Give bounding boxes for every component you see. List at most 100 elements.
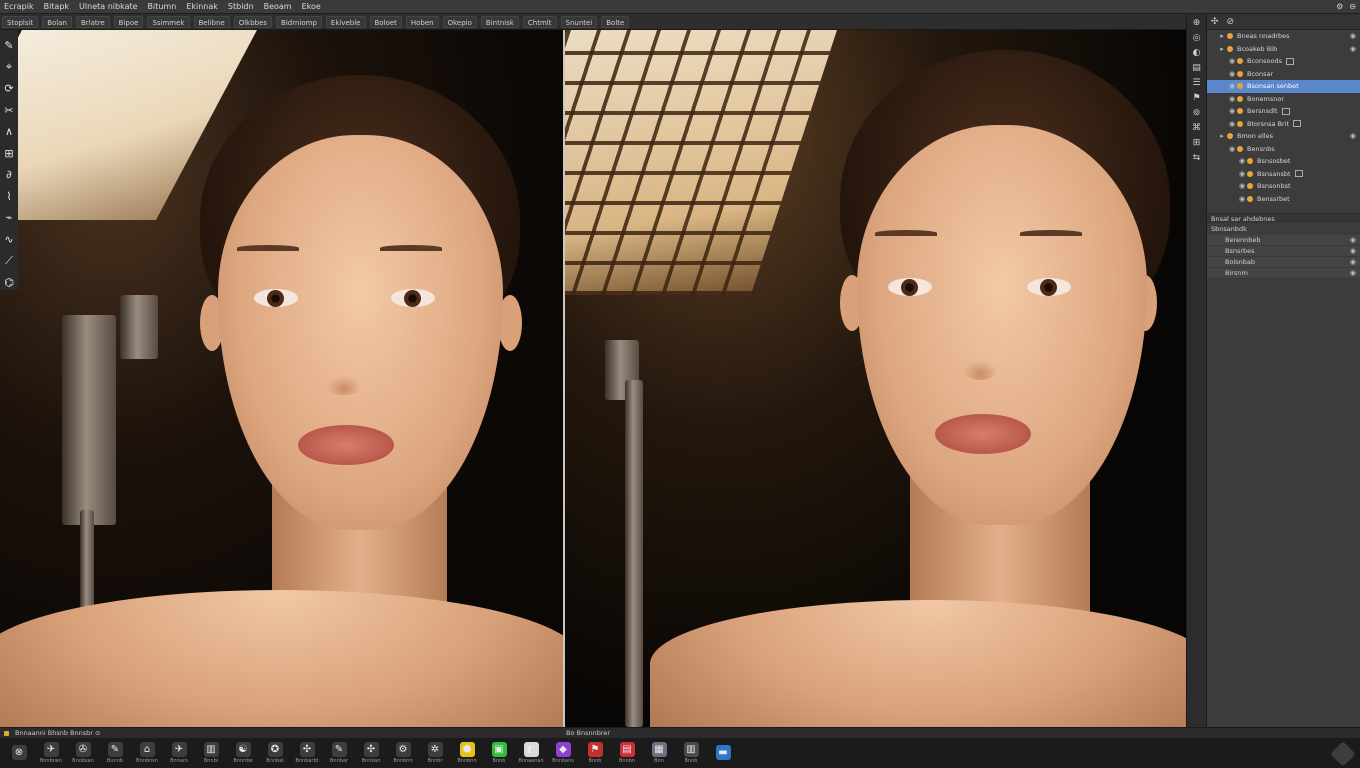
option-button[interactable]: Okepio xyxy=(442,15,477,28)
option-button[interactable]: Bintnisk xyxy=(480,15,519,28)
taskbar-app[interactable]: ✣ Bnnbarbt xyxy=(294,739,320,767)
layer-row[interactable]: ◉ Bsnsonbst xyxy=(1207,180,1360,193)
panel-toggle-icon[interactable]: ⊚ xyxy=(1193,108,1201,118)
layer-row[interactable]: ▸ Bneas nnadrbes ◉ xyxy=(1207,30,1360,43)
taskbar-app[interactable]: ⚑ Bnnb xyxy=(582,739,608,767)
visibility-icon[interactable]: ◉ xyxy=(1227,95,1237,103)
panel-toggle-icon[interactable]: ⌘ xyxy=(1192,123,1201,133)
option-button[interactable]: Boloet xyxy=(369,15,402,28)
tool-icon[interactable]: ⌖ xyxy=(2,60,16,76)
option-button[interactable]: Bolan xyxy=(42,15,72,28)
adjustments-header[interactable]: Bnsal sar ahdebnes xyxy=(1207,213,1360,223)
property-row[interactable]: Berennbeb ◉ xyxy=(1207,235,1360,246)
canvas-area[interactable] xyxy=(0,30,1186,727)
property-row[interactable]: Birsnm ◉ xyxy=(1207,268,1360,279)
taskbar-app[interactable]: ✇ Bnobsan xyxy=(70,739,96,767)
visibility-icon[interactable]: ▸ xyxy=(1217,32,1227,40)
layer-row[interactable]: ▸ Bmon elles ◉ xyxy=(1207,130,1360,143)
option-button[interactable]: Olkbbes xyxy=(233,15,273,28)
visibility-icon[interactable]: ▸ xyxy=(1217,132,1227,140)
eye-icon[interactable]: ◉ xyxy=(1350,247,1356,255)
tool-icon[interactable]: ∿ xyxy=(2,232,16,248)
tool-icon[interactable]: ∂ xyxy=(2,167,16,183)
layer-row[interactable]: ◉ Btorsnsa Brit xyxy=(1207,118,1360,131)
layer-row[interactable]: ◉ Bersnsdlt xyxy=(1207,105,1360,118)
visibility-icon[interactable]: ◉ xyxy=(1237,157,1247,165)
eye-icon[interactable]: ◉ xyxy=(1350,45,1356,53)
visibility-icon[interactable]: ◉ xyxy=(1237,195,1247,203)
visibility-icon[interactable]: ◉ xyxy=(1227,120,1237,128)
eye-icon[interactable]: ◉ xyxy=(1350,269,1356,277)
properties-header[interactable]: Sbnsanbdk xyxy=(1207,223,1360,235)
option-button[interactable]: Hoben xyxy=(405,15,439,28)
eye-icon[interactable]: ◉ xyxy=(1350,132,1356,140)
option-button[interactable]: Chtmlt xyxy=(522,15,557,28)
visibility-icon[interactable]: ◉ xyxy=(1237,170,1247,178)
menu-item[interactable]: Bitumn xyxy=(148,2,177,11)
visibility-icon[interactable]: ◉ xyxy=(1237,182,1247,190)
eye-icon[interactable]: ◉ xyxy=(1350,258,1356,266)
tool-icon[interactable]: ⟳ xyxy=(2,81,16,97)
menu-item[interactable]: Ekoe xyxy=(302,2,321,11)
eye-icon[interactable]: ◉ xyxy=(1350,236,1356,244)
tool-icon[interactable]: ✂ xyxy=(2,103,16,119)
taskbar-app[interactable]: ▥ Bnnb xyxy=(678,739,704,767)
visibility-icon[interactable]: ◉ xyxy=(1227,145,1237,153)
tool-icon[interactable]: ∧ xyxy=(2,124,16,140)
taskbar-app[interactable]: ☯ Bnnnbe xyxy=(230,739,256,767)
tool-icon[interactable]: ⌬ xyxy=(2,275,16,291)
panel-toggle-icon[interactable]: ▤ xyxy=(1192,63,1201,73)
layer-row[interactable]: ▸ Bcoakeb Bib ◉ xyxy=(1207,43,1360,56)
taskbar-app[interactable]: ⊗ xyxy=(6,739,32,767)
taskbar-app[interactable]: ⌂ Bnnbnsn xyxy=(134,739,160,767)
option-button[interactable]: Belibne xyxy=(193,15,230,28)
tool-icon[interactable]: ✎ xyxy=(2,38,16,54)
taskbar-app[interactable]: ◆ Bnnbans xyxy=(550,739,576,767)
panel-tab-icon[interactable]: ⊘ xyxy=(1227,17,1235,27)
layer-row[interactable]: ◉ Bsnsosbet xyxy=(1207,155,1360,168)
panel-toggle-icon[interactable]: ⊞ xyxy=(1193,138,1201,148)
panel-tab-icon[interactable]: ✣ xyxy=(1211,17,1219,27)
taskbar-app[interactable]: ✲ Bnnbr xyxy=(422,739,448,767)
option-button[interactable]: Bipoe xyxy=(113,15,144,28)
taskbar-app[interactable]: ✣ Bnnkan xyxy=(358,739,384,767)
taskbar-app[interactable]: ◧ Bnnaanan xyxy=(518,739,544,767)
tool-icon[interactable]: ⊞ xyxy=(2,146,16,162)
menu-item[interactable]: Bitapk xyxy=(44,2,69,11)
panel-toggle-icon[interactable]: ⊕ xyxy=(1193,18,1201,28)
menu-item[interactable]: Ulneta nibkate xyxy=(79,2,137,11)
layer-row[interactable]: ◉ Bonemsnor xyxy=(1207,93,1360,106)
visibility-icon[interactable]: ▸ xyxy=(1217,45,1227,53)
eye-icon[interactable]: ◉ xyxy=(1350,32,1356,40)
panel-toggle-icon[interactable]: ⚑ xyxy=(1192,93,1200,103)
panel-toggle-icon[interactable]: ⇆ xyxy=(1193,153,1201,163)
tool-icon[interactable]: ⌇ xyxy=(2,189,16,205)
menu-item[interactable]: Beoam xyxy=(264,2,292,11)
tool-icon[interactable]: ⌁ xyxy=(2,210,16,226)
option-button[interactable]: Bolte xyxy=(601,15,630,28)
option-button[interactable]: Ekiveble xyxy=(325,15,366,28)
panel-toggle-icon[interactable]: ◐ xyxy=(1193,48,1201,58)
taskbar-app[interactable]: ▤ Bnnbn xyxy=(614,739,640,767)
menu-item[interactable]: Ekinnak xyxy=(186,2,218,11)
layer-row[interactable]: ◉ Bconsar xyxy=(1207,68,1360,81)
property-row[interactable]: Bsnsrbes ◉ xyxy=(1207,246,1360,257)
panel-toggle-icon[interactable]: ◎ xyxy=(1193,33,1201,43)
taskbar-app[interactable]: ▣ Bnnb xyxy=(486,739,512,767)
option-button[interactable]: Ssimmek xyxy=(147,15,190,28)
taskbar-app[interactable]: ▦ Bnn xyxy=(646,739,672,767)
visibility-icon[interactable]: ◉ xyxy=(1227,82,1237,90)
visibility-icon[interactable]: ◉ xyxy=(1227,57,1237,65)
taskbar-app[interactable]: ▬ xyxy=(710,739,736,767)
option-button[interactable]: Brlatre xyxy=(75,15,110,28)
option-button[interactable]: Stoplsit xyxy=(2,15,39,28)
panel-toggle-icon[interactable]: ☰ xyxy=(1192,78,1200,88)
option-button[interactable]: Snuntei xyxy=(560,15,598,28)
taskbar-app[interactable]: ▥ Bnnbi xyxy=(198,739,224,767)
tool-icon[interactable]: ⟋ xyxy=(2,253,16,269)
window-control-icon[interactable]: ⊖ xyxy=(1349,2,1356,11)
taskbar-app[interactable]: ⚙ Bnnbnn xyxy=(390,739,416,767)
menu-item[interactable]: Stbidn xyxy=(228,2,254,11)
layer-row[interactable]: ◉ Bconsoods xyxy=(1207,55,1360,68)
menu-item[interactable]: Ecrapik xyxy=(4,2,34,11)
